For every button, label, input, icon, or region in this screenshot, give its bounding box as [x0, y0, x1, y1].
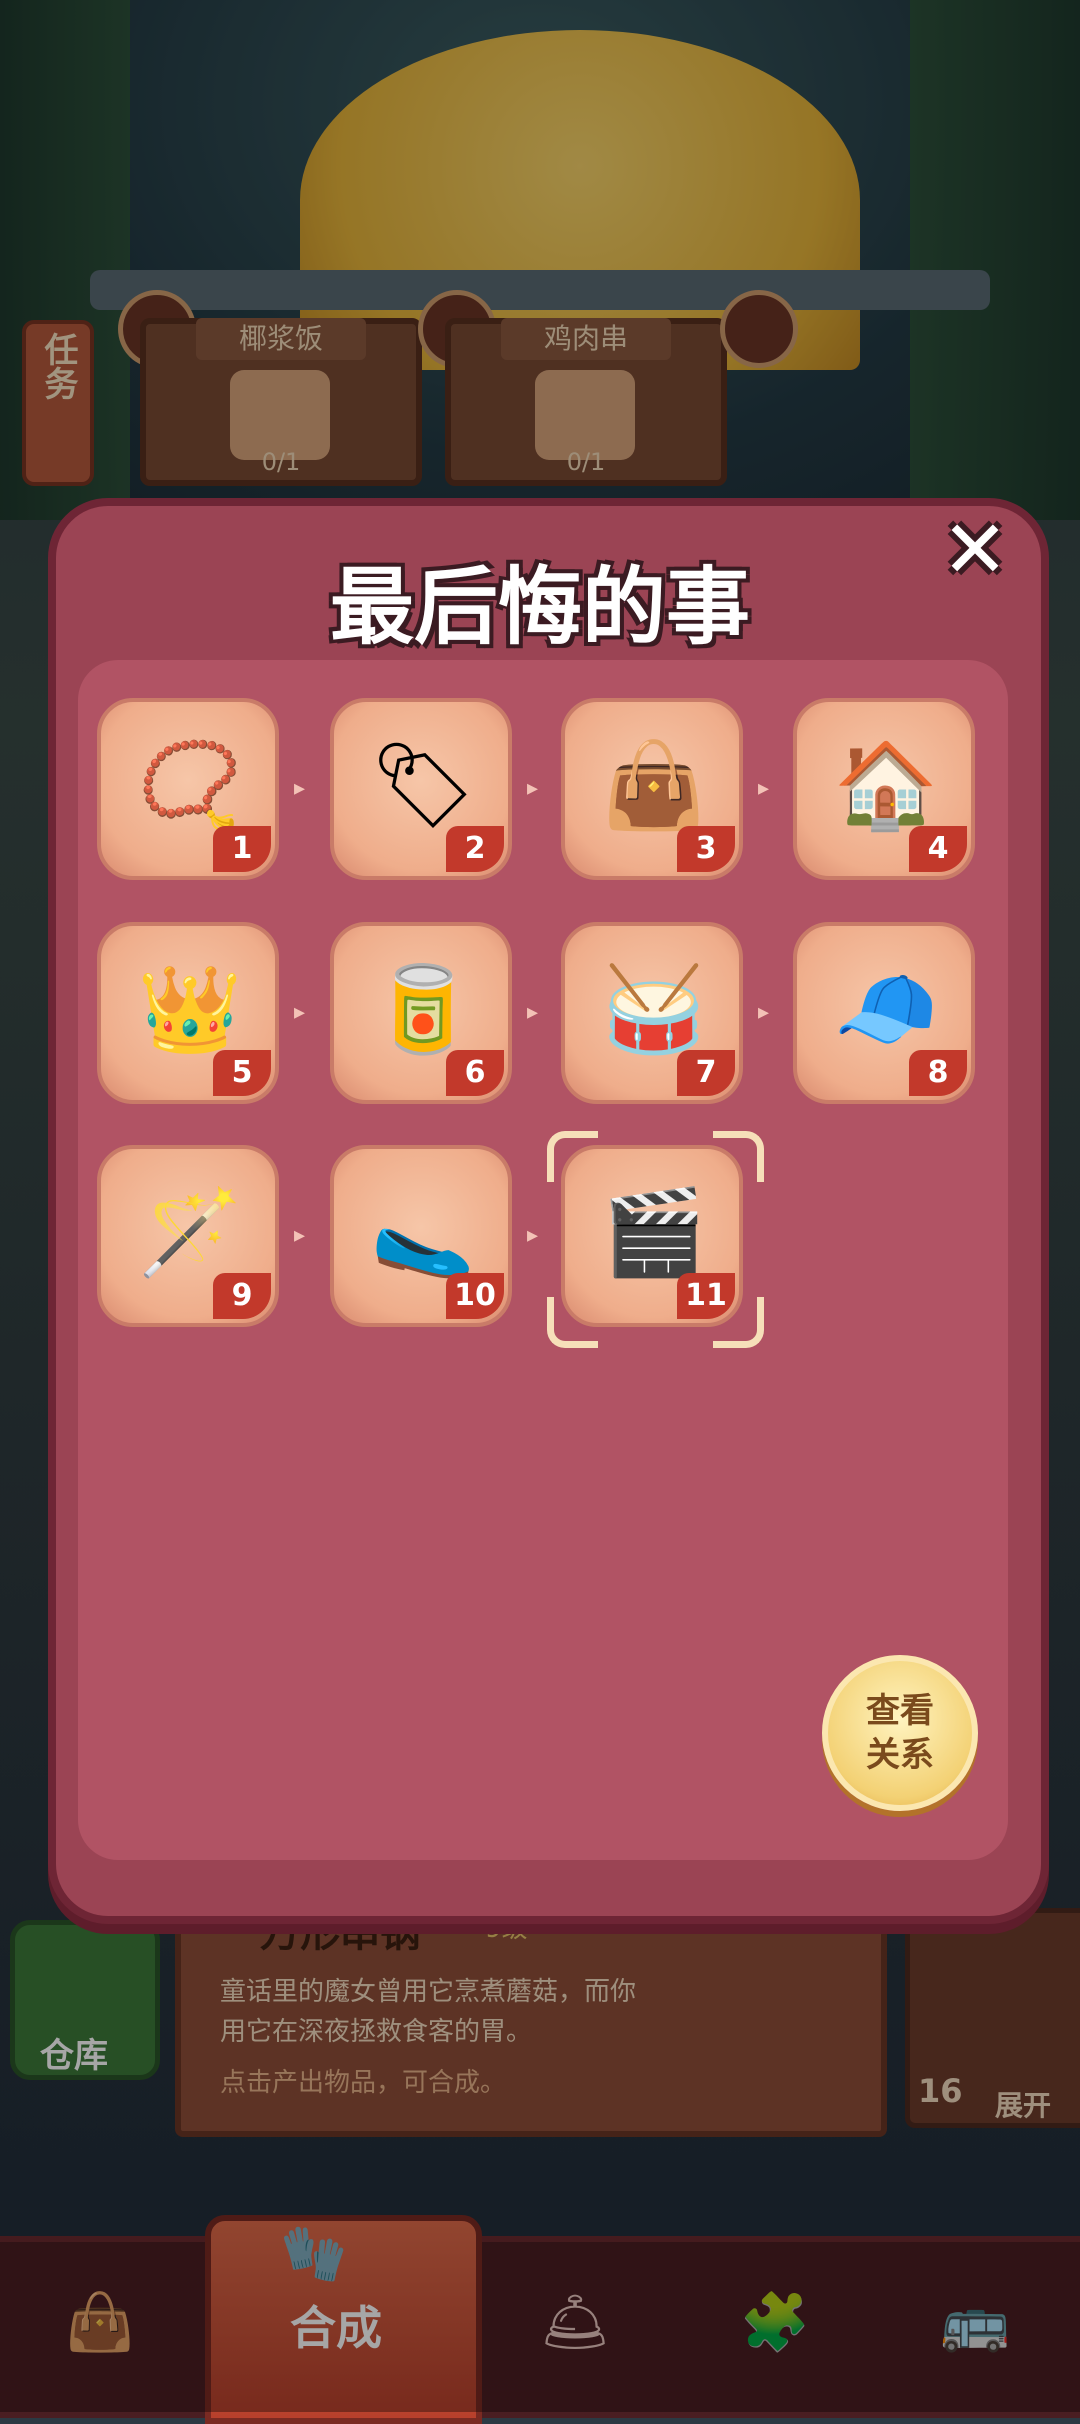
selection-bracket [547, 1131, 598, 1182]
item-slot[interactable]: 🥁 7 [561, 922, 743, 1104]
relation-label-line1: 查看 [866, 1691, 934, 1731]
chevron-right-icon: ▸ [527, 1223, 539, 1248]
item-number-badge: 9 [213, 1273, 271, 1319]
item-number-badge: 2 [446, 826, 504, 872]
item-number-badge: 4 [909, 826, 967, 872]
modal-title: 最后悔的事 [329, 558, 750, 656]
chevron-right-icon: ▸ [294, 776, 306, 801]
selection-bracket [713, 1131, 764, 1182]
item-number-badge: 1 [213, 826, 271, 872]
item-number-badge: 3 [677, 826, 735, 872]
item-slot[interactable]: 🥿 10 [330, 1145, 512, 1327]
relation-label-line2: 关系 [866, 1735, 934, 1775]
chevron-right-icon: ▸ [758, 776, 770, 801]
item-number-badge: 6 [446, 1050, 504, 1096]
item-number-badge: 7 [677, 1050, 735, 1096]
selection-bracket [713, 1297, 764, 1348]
item-slot[interactable]: 📿 1 [97, 698, 279, 880]
chevron-right-icon: ▸ [527, 1000, 539, 1025]
item-slot[interactable]: 🥫 6 [330, 922, 512, 1104]
selection-bracket [547, 1297, 598, 1348]
view-relation-button[interactable]: 查看 关系 [822, 1655, 978, 1811]
close-icon[interactable]: ✕ [930, 505, 1020, 595]
chevron-right-icon: ▸ [294, 1000, 306, 1025]
item-slot[interactable]: 🏷 2 [330, 698, 512, 880]
item-number-badge: 10 [446, 1273, 504, 1319]
item-slot[interactable]: 👑 5 [97, 922, 279, 1104]
chevron-right-icon: ▸ [294, 1223, 306, 1248]
item-slot[interactable]: 🏠 4 [793, 698, 975, 880]
chevron-right-icon: ▸ [527, 776, 539, 801]
item-slot[interactable]: 👜 3 [561, 698, 743, 880]
item-slot[interactable]: 🪄 9 [97, 1145, 279, 1327]
item-slot[interactable]: 🧢 8 [793, 922, 975, 1104]
item-number-badge: 8 [909, 1050, 967, 1096]
item-number-badge: 5 [213, 1050, 271, 1096]
chevron-right-icon: ▸ [758, 1000, 770, 1025]
